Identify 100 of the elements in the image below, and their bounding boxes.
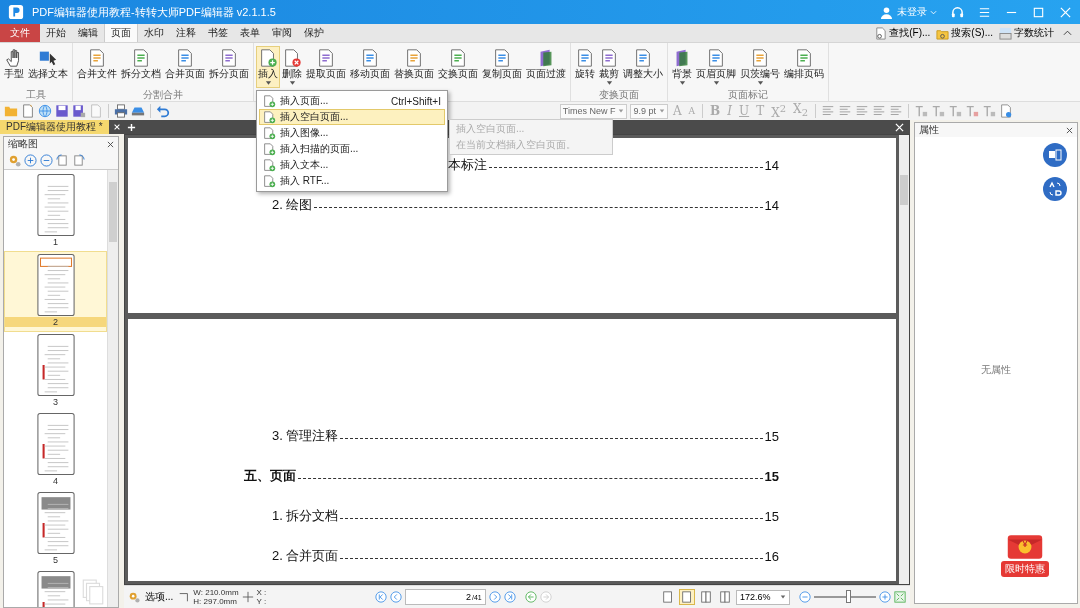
ribbon-button[interactable]: 拆分页面 <box>207 46 251 88</box>
convert-to-word-icon[interactable] <box>1043 143 1067 167</box>
back-icon[interactable] <box>524 591 537 603</box>
ribbon-button[interactable]: 合并页面 <box>163 46 207 88</box>
ribbon-button[interactable]: 贝茨编号 <box>738 46 782 88</box>
new-document-icon[interactable] <box>21 104 35 118</box>
text-tool-icon[interactable] <box>914 104 928 118</box>
print-icon[interactable] <box>114 104 128 118</box>
forward-icon[interactable] <box>539 591 552 603</box>
zoom-in-icon[interactable] <box>24 153 37 167</box>
next-page-icon[interactable] <box>488 591 501 603</box>
menu-tab[interactable]: 页面 <box>104 24 138 42</box>
zoom-field[interactable]: 172.6% <box>736 589 790 605</box>
thumbnail-item[interactable]: 3 <box>4 332 107 411</box>
menu-tab[interactable]: 文件 <box>0 24 40 42</box>
rotate-icon[interactable] <box>72 153 85 167</box>
globe-icon[interactable] <box>38 104 52 118</box>
ribbon-button[interactable]: 背景 <box>670 46 694 88</box>
document-tab[interactable]: PDF编辑器使用教程 * <box>0 120 109 134</box>
menu-item[interactable]: 插入空白页面... <box>259 109 445 125</box>
save-as-icon[interactable] <box>72 104 86 118</box>
maximize-icon[interactable] <box>1032 5 1045 19</box>
save-icon[interactable] <box>55 104 69 118</box>
menu-icon[interactable] <box>978 5 991 19</box>
ribbon-button[interactable]: 手型 <box>2 46 26 88</box>
font-family-field[interactable]: Times New F <box>559 103 628 119</box>
ribbon-button[interactable]: 调整大小 <box>621 46 665 88</box>
ribbon-button[interactable]: 页眉页脚 <box>694 46 738 88</box>
caret-icon[interactable] <box>930 9 937 15</box>
menu-tab[interactable]: 表单 <box>234 24 266 42</box>
align-icon[interactable] <box>821 104 835 118</box>
user-icon[interactable] <box>880 5 893 19</box>
zoom-out-icon[interactable] <box>40 153 53 167</box>
thumbnail-item[interactable]: 1 <box>4 172 107 251</box>
align-icon[interactable] <box>838 104 852 118</box>
quick-tool-button[interactable]: 字数统计 <box>996 24 1057 42</box>
rotate-icon[interactable] <box>56 153 69 167</box>
slider-thumb[interactable] <box>846 590 852 603</box>
undo-icon[interactable] <box>156 104 170 118</box>
ribbon-button[interactable]: 裁剪 <box>597 46 621 88</box>
menu-tab[interactable]: 注释 <box>170 24 202 42</box>
view-mode-button[interactable] <box>679 589 695 605</box>
document-settings-icon[interactable] <box>999 104 1013 118</box>
menu-tab[interactable]: 书签 <box>202 24 234 42</box>
ribbon-button[interactable]: 拆分文档 <box>119 46 163 88</box>
headset-icon[interactable] <box>951 5 964 19</box>
ribbon-button[interactable]: 选择文本 <box>26 46 70 88</box>
scrollbar[interactable] <box>107 170 118 607</box>
fit-page-icon[interactable] <box>894 591 906 603</box>
quick-tool-button[interactable]: 搜索(S)... <box>933 24 996 42</box>
ribbon-button[interactable]: 删除 <box>280 46 304 88</box>
last-page-icon[interactable] <box>503 591 516 603</box>
ribbon-button[interactable]: 提取页面 <box>304 46 348 88</box>
ribbon-button[interactable]: 合并文件 <box>75 46 119 88</box>
quick-tool-button[interactable]: 查找(F)... <box>871 24 934 42</box>
font-size-field[interactable]: 9.9 pt <box>630 103 668 119</box>
text-tool-icon[interactable] <box>948 104 962 118</box>
options-button[interactable]: 选项... <box>143 590 176 604</box>
menu-item[interactable]: 插入 RTF... <box>259 173 445 189</box>
folder-icon[interactable] <box>4 104 18 118</box>
thumbnail-item[interactable]: 2 <box>4 251 107 332</box>
menu-item[interactable]: 插入图像... <box>259 125 445 141</box>
thumbnail-item[interactable]: 5 <box>4 490 107 569</box>
translate-icon[interactable] <box>1043 177 1067 201</box>
align-icon[interactable] <box>872 104 886 118</box>
menu-item[interactable]: 插入文本... <box>259 157 445 173</box>
collapse-icon[interactable] <box>1063 30 1072 36</box>
menu-tab[interactable]: 编辑 <box>72 24 104 42</box>
view-mode-button[interactable] <box>698 589 714 605</box>
menu-tab[interactable]: 水印 <box>138 24 170 42</box>
menu-item[interactable]: 插入扫描的页面... <box>259 141 445 157</box>
ribbon-button[interactable]: 插入 <box>256 46 280 88</box>
ribbon-button[interactable]: 页面过渡 <box>524 46 568 88</box>
close-icon[interactable] <box>1066 126 1073 134</box>
text-tool-icon[interactable] <box>965 104 979 118</box>
menu-tab[interactable]: 开始 <box>40 24 72 42</box>
first-page-icon[interactable] <box>374 591 387 603</box>
ribbon-button[interactable]: 替换页面 <box>392 46 436 88</box>
ribbon-button[interactable]: 移动页面 <box>348 46 392 88</box>
settings-icon[interactable] <box>8 153 21 167</box>
align-icon[interactable] <box>855 104 869 118</box>
ribbon-button[interactable]: 编排页码 <box>782 46 826 88</box>
text-tool-icon[interactable] <box>931 104 945 118</box>
thumbnail-item[interactable]: 4 <box>4 411 107 490</box>
zoom-out-icon[interactable] <box>799 591 811 603</box>
zoom-in-icon[interactable] <box>879 591 891 603</box>
add-tab-icon[interactable] <box>126 122 136 132</box>
menu-tab[interactable]: 保护 <box>298 24 330 42</box>
settings-icon[interactable] <box>128 591 140 603</box>
promo-badge[interactable]: ¥ 限时特惠 <box>995 533 1055 579</box>
ribbon-button[interactable]: 复制页面 <box>480 46 524 88</box>
close-icon[interactable] <box>107 140 114 148</box>
view-mode-button[interactable] <box>717 589 733 605</box>
menu-tab[interactable]: 审阅 <box>266 24 298 42</box>
ribbon-button[interactable]: 交换页面 <box>436 46 480 88</box>
text-tool-icon[interactable] <box>982 104 996 118</box>
ribbon-button[interactable]: 旋转 <box>573 46 597 88</box>
previous-page-icon[interactable] <box>389 591 402 603</box>
scrollbar[interactable] <box>899 135 909 584</box>
menu-item[interactable]: 插入页面... Ctrl+Shift+I <box>259 93 445 109</box>
